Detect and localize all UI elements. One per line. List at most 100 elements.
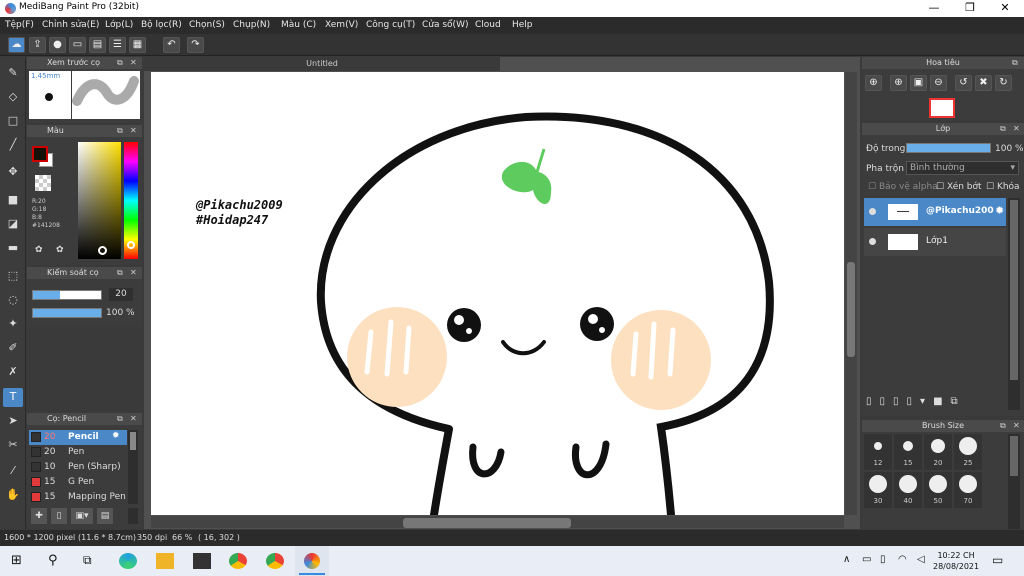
menu-file[interactable]: Tệp(F) [5, 20, 34, 30]
popout-icon[interactable]: ⧉ [1000, 123, 1006, 135]
palette-icon[interactable]: ✿ [35, 245, 43, 255]
windows-start-icon[interactable]: ⊞ [11, 553, 29, 569]
palette-add-icon[interactable]: ✿ [56, 245, 64, 255]
text-tool-icon[interactable]: T [3, 388, 23, 407]
popout-icon[interactable]: ⧉ [117, 57, 123, 69]
brush-size-value[interactable]: 20 [109, 288, 133, 301]
operation-tool-icon[interactable]: ➤ [3, 412, 23, 431]
hscroll-thumb[interactable] [403, 518, 571, 528]
brush-list-item[interactable]: 20 Pen [29, 445, 127, 460]
hue-handle[interactable] [127, 241, 135, 249]
menu-layer[interactable]: Lớp(L) [105, 20, 133, 30]
brush-size-cell[interactable]: 30 [864, 472, 892, 508]
visibility-icon[interactable] [869, 208, 876, 215]
magic-wand-tool-icon[interactable]: ✦ [3, 315, 23, 334]
brush-list-scroll-thumb[interactable] [130, 432, 136, 450]
document-icon[interactable]: ▤ [89, 37, 106, 53]
select-eraser-tool-icon[interactable]: ✗ [3, 363, 23, 382]
brush-size-scrollbar[interactable] [1008, 434, 1020, 529]
popout-icon[interactable]: ⧉ [1000, 420, 1006, 432]
brush-size-cell[interactable]: 50 [924, 472, 952, 508]
chevron-up-icon[interactable]: ∧ [843, 554, 850, 565]
protect-alpha-checkbox[interactable]: ☐ Bảo vệ alpha [868, 182, 938, 192]
brush-size-cell[interactable]: 25 [954, 434, 982, 470]
visibility-icon[interactable] [869, 238, 876, 245]
folder-icon[interactable]: ■ [933, 396, 950, 407]
vscroll-thumb[interactable] [847, 262, 855, 357]
move-tool-icon[interactable]: ✥ [3, 163, 23, 182]
zoom-in-icon[interactable]: ⊕ [865, 75, 882, 91]
copy-layer-icon[interactable]: ▯ [893, 396, 907, 407]
document-tab[interactable]: Untitled [144, 57, 500, 71]
menu-help[interactable]: Help [512, 20, 533, 30]
line-tool-icon[interactable]: ╱ [3, 136, 23, 155]
layer-row-selected[interactable]: ━━━━ @Pikachu200 ✹ [864, 198, 1006, 226]
bucket-tool-icon[interactable]: ◪ [3, 215, 23, 234]
eyedropper-tool-icon[interactable]: ⁄ [3, 462, 23, 481]
menu-edit[interactable]: Chỉnh sửa(E) [42, 20, 99, 30]
brush-tool-icon[interactable]: ✎ [3, 64, 23, 83]
brush-list-scrollbar[interactable] [128, 430, 138, 504]
close-panel-icon[interactable]: ✕ [130, 413, 137, 425]
chat-icon[interactable]: ▭ [69, 37, 86, 53]
brush-opacity-slider[interactable] [32, 308, 102, 318]
battery-icon[interactable]: ▭ [862, 554, 871, 565]
reset-icon[interactable]: ✖ [975, 75, 992, 91]
brush-size-cell[interactable]: 20 [924, 434, 952, 470]
brush-list-item[interactable]: 15 G Pen [29, 475, 127, 490]
lock-checkbox[interactable]: ☐ Khóa [986, 182, 1020, 192]
gradient-tool-icon[interactable]: ▬ [3, 239, 23, 258]
blend-mode-select[interactable]: Bình thường ▾ [906, 161, 1019, 175]
menu-select[interactable]: Chọn(S) [189, 20, 225, 30]
rotate-right-icon[interactable]: ↻ [995, 75, 1012, 91]
gear-icon[interactable]: ✹ [112, 431, 120, 441]
layer-scrollbar[interactable] [1008, 198, 1020, 410]
wifi-icon[interactable]: ◠ [898, 554, 907, 565]
layer-scroll-thumb[interactable] [1010, 200, 1018, 380]
popout-icon[interactable]: ⧉ [117, 267, 123, 279]
close-panel-icon[interactable]: ✕ [1013, 123, 1020, 135]
hue-slider[interactable] [124, 142, 138, 259]
drawing-canvas[interactable]: @Pikachu2009 #Hoidap247 [151, 72, 844, 515]
rotate-left-icon[interactable]: ↺ [955, 75, 972, 91]
color-picker-handle[interactable] [98, 246, 107, 255]
medibang-taskbar-item[interactable] [295, 546, 329, 576]
new-layer-alt-icon[interactable]: ▯ [880, 396, 894, 407]
hand-tool-icon[interactable]: ✋ [3, 486, 23, 505]
popout-icon[interactable]: ⧉ [117, 413, 123, 425]
brush-menu-icon[interactable]: ▣▾ [71, 508, 93, 524]
divide-tool-icon[interactable]: ✂ [3, 436, 23, 455]
minimize-button[interactable]: — [917, 0, 951, 17]
brush-size-cell[interactable]: 15 [894, 434, 922, 470]
brush-size-scroll-thumb[interactable] [1010, 436, 1018, 476]
add-brush-icon[interactable]: ✚ [31, 508, 47, 524]
popout-icon[interactable]: ⧉ [1012, 57, 1018, 69]
menu-cloud[interactable]: Cloud [475, 20, 501, 30]
chrome-profile-icon[interactable] [266, 553, 284, 569]
shape-tool-icon[interactable]: □ [3, 112, 23, 131]
volume-icon[interactable]: ◁ [917, 554, 925, 565]
fit-icon[interactable]: ▣ [910, 75, 927, 91]
canvas-vscrollbar[interactable] [845, 72, 857, 515]
cloud-icon[interactable]: ☁ [8, 37, 25, 53]
edge-icon[interactable] [119, 553, 137, 569]
zoom-out-icon[interactable]: ⊖ [930, 75, 947, 91]
menu-color[interactable]: Màu (C) [281, 20, 316, 30]
clipping-checkbox[interactable]: ☐ Xén bớt [936, 182, 982, 192]
popout-icon[interactable]: ⧉ [117, 125, 123, 137]
maximize-button[interactable]: ❐ [953, 0, 987, 17]
canvas-hscrollbar[interactable] [151, 516, 844, 528]
select-pen-tool-icon[interactable]: ✐ [3, 339, 23, 358]
color-sv-square[interactable] [78, 142, 121, 259]
undo-button[interactable]: ↶ [163, 37, 180, 53]
brush-size-cell[interactable]: 40 [894, 472, 922, 508]
menu-view[interactable]: Xem(V) [325, 20, 358, 30]
clock[interactable]: 10:22 CH 28/08/2021 [933, 550, 979, 572]
duplicate-icon[interactable]: ⧉ [951, 396, 966, 407]
brush-size-slider[interactable] [32, 290, 102, 300]
new-layer-icon[interactable]: ▯ [866, 396, 880, 407]
brush-list-item[interactable]: 10 Pen (Sharp) [29, 460, 127, 475]
close-panel-icon[interactable]: ✕ [130, 267, 137, 279]
menu-filter[interactable]: Bộ lọc(R) [141, 20, 182, 30]
menu-window[interactable]: Cửa sổ(W) [422, 20, 468, 30]
